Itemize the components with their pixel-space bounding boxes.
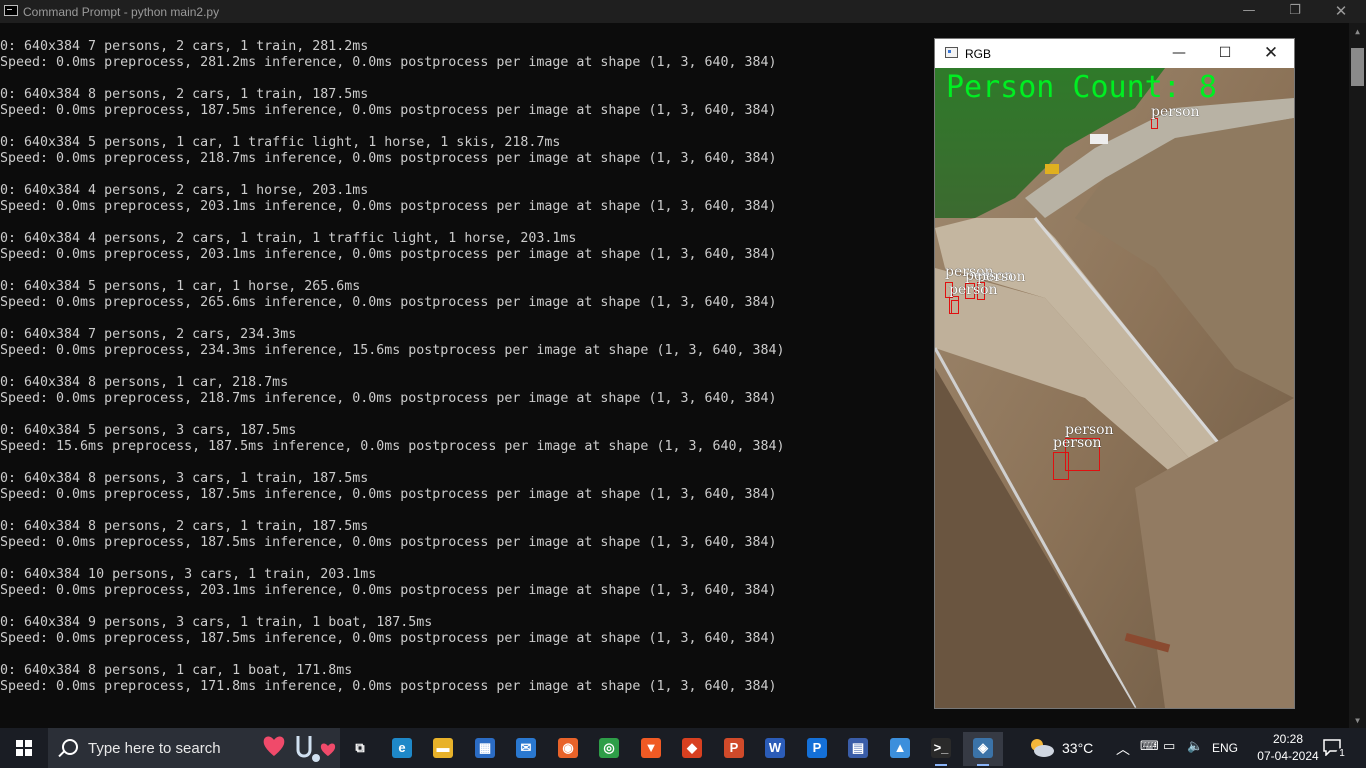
rgb-minimize-button[interactable]: — xyxy=(1156,39,1202,68)
show-hidden-icons-chevron-icon[interactable]: ︿ xyxy=(1116,739,1130,759)
chrome-icon: ◎ xyxy=(599,738,619,758)
python-icon: ◈ xyxy=(973,738,993,758)
window-icon xyxy=(945,47,958,58)
search-placeholder: Type here to search xyxy=(88,740,221,757)
task-view-icon: ⧉ xyxy=(350,738,370,758)
taskbar-app-app-p[interactable]: P xyxy=(797,732,837,766)
terminal-icon: >_ xyxy=(931,738,951,758)
detection-label: person xyxy=(1151,104,1200,120)
start-button[interactable] xyxy=(0,728,48,768)
person-count-overlay: Person Count: 8 xyxy=(946,70,1217,105)
scrollbar-thumb[interactable] xyxy=(1351,48,1364,86)
brave-alt-icon: ◆ xyxy=(682,738,702,758)
taskbar-app-photos[interactable]: ▲ xyxy=(880,732,920,766)
taskbar-app-document-app[interactable]: ▤ xyxy=(838,732,878,766)
taskbar-app-edge[interactable]: e xyxy=(382,732,422,766)
detection-box xyxy=(1053,452,1069,480)
app-p-icon: P xyxy=(807,738,827,758)
taskbar-app-mail[interactable]: ✉ xyxy=(506,732,546,766)
input-language[interactable]: ENG xyxy=(1212,741,1238,755)
cmd-close-button[interactable]: ✕ xyxy=(1318,0,1364,23)
search-highlight-doodle-icon xyxy=(263,736,336,762)
taskbar: Type here to search ⧉ e ▬ ▦ ✉ ◉ ◎ ▼ ◆ P W P ▤ ▲ >_ ◈ 33… xyxy=(0,728,1366,768)
flood-scene-image xyxy=(935,68,1294,708)
weather-icon[interactable] xyxy=(1027,737,1055,759)
scroll-down-arrow-icon[interactable]: ▼ xyxy=(1349,712,1366,729)
cmd-restore-button[interactable]: ❐ xyxy=(1272,0,1318,23)
cmd-titlebar: Command Prompt - python main2.py — ❐ ✕ xyxy=(0,0,1366,23)
meet-now-icon[interactable]: ⌨ xyxy=(1140,739,1159,754)
rgb-close-button[interactable]: ✕ xyxy=(1248,39,1294,68)
taskbar-app-task-view[interactable]: ⧉ xyxy=(340,732,380,766)
taskbar-app-powerpoint[interactable]: P xyxy=(714,732,754,766)
detection-label: person xyxy=(1053,435,1102,451)
firefox-icon: ◉ xyxy=(558,738,578,758)
document-app-icon: ▤ xyxy=(848,738,868,758)
cmd-window-title: Command Prompt - python main2.py xyxy=(23,5,220,19)
console-scrollbar[interactable]: ▲ ▼ xyxy=(1349,23,1366,729)
windows-logo-icon xyxy=(16,740,32,756)
rgb-maximize-button[interactable]: ☐ xyxy=(1202,39,1248,68)
running-indicator xyxy=(977,764,989,766)
taskbar-app-chrome[interactable]: ◎ xyxy=(589,732,629,766)
taskbar-app-terminal[interactable]: >_ xyxy=(921,732,961,766)
weather-temperature[interactable]: 33°C xyxy=(1062,740,1093,756)
detection-label: person xyxy=(949,282,998,298)
photos-icon: ▲ xyxy=(890,738,910,758)
running-indicator xyxy=(935,764,947,766)
edge-icon: e xyxy=(392,738,412,758)
taskbar-app-firefox[interactable]: ◉ xyxy=(548,732,588,766)
taskbar-app-word[interactable]: W xyxy=(755,732,795,766)
video-frame: Person Count: 8 person person person per… xyxy=(935,68,1294,708)
rgb-window-title: RGB xyxy=(965,47,992,61)
rgb-titlebar[interactable]: RGB — ☐ ✕ xyxy=(935,39,1294,68)
search-icon xyxy=(62,739,78,755)
network-icon[interactable]: ▭ xyxy=(1163,739,1175,754)
taskbar-search-box[interactable]: Type here to search xyxy=(48,728,340,768)
scroll-up-arrow-icon[interactable]: ▲ xyxy=(1349,23,1366,40)
mail-icon: ✉ xyxy=(516,738,536,758)
cmd-minimize-button[interactable]: — xyxy=(1226,0,1272,23)
brave-icon: ▼ xyxy=(641,738,661,758)
taskbar-app-brave[interactable]: ▼ xyxy=(631,732,671,766)
rgb-window: RGB — ☐ ✕ Person Count: 8 person person … xyxy=(934,38,1295,709)
notification-count-badge: 1 xyxy=(1336,748,1348,760)
detection-box xyxy=(951,300,959,314)
cmd-icon xyxy=(4,5,18,16)
volume-icon[interactable]: 🔈 xyxy=(1187,739,1203,754)
powerpoint-icon: P xyxy=(724,738,744,758)
taskbar-app-file-explorer[interactable]: ▬ xyxy=(423,732,463,766)
clock-time[interactable]: 20:28 xyxy=(1262,732,1314,746)
microsoft-store-icon: ▦ xyxy=(475,738,495,758)
taskbar-app-python[interactable]: ◈ xyxy=(963,732,1003,766)
clock-date[interactable]: 07-04-2024 xyxy=(1254,749,1322,763)
taskbar-app-brave-alt[interactable]: ◆ xyxy=(672,732,712,766)
word-icon: W xyxy=(765,738,785,758)
taskbar-app-microsoft-store[interactable]: ▦ xyxy=(465,732,505,766)
file-explorer-icon: ▬ xyxy=(433,738,453,758)
